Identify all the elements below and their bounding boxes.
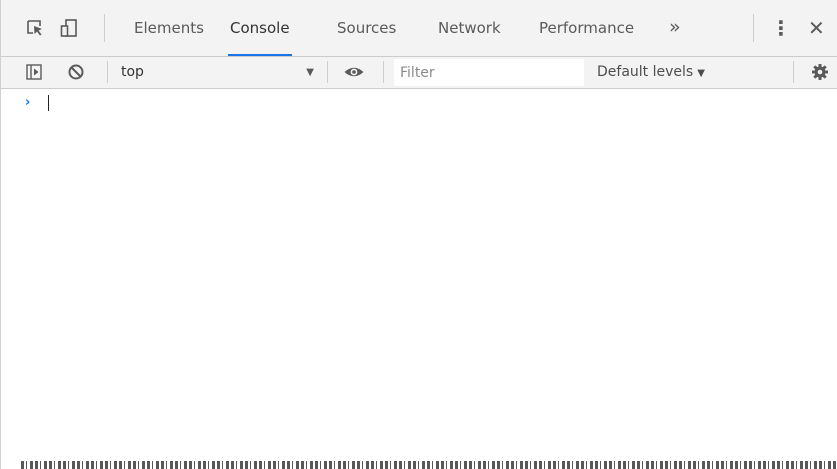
devtools-tabbar: Elements Console Sources Network Perform…	[1, 0, 837, 57]
customize-menu-button[interactable]: ⋮	[771, 0, 791, 56]
log-levels-label: Default levels	[597, 64, 694, 80]
tab-network[interactable]: Network	[438, 0, 501, 56]
close-devtools-button[interactable]: ✕	[808, 0, 825, 56]
log-levels-dropdown[interactable]: Default levels ▼	[597, 57, 705, 88]
tab-elements[interactable]: Elements	[134, 0, 204, 56]
more-tabs-button[interactable]: »	[669, 0, 681, 56]
toolbar-separator	[793, 61, 794, 83]
console-toolbar: top ▼ Default levels▼	[1, 57, 837, 89]
cropped-text-glyphs	[21, 461, 836, 469]
context-selector-label: top	[121, 64, 144, 80]
filter-input[interactable]	[394, 59, 584, 86]
tabbar-separator	[104, 14, 105, 42]
toolbar-separator	[327, 61, 328, 83]
device-toolbar-icon[interactable]	[59, 18, 79, 38]
inspect-element-icon[interactable]	[25, 18, 45, 38]
gear-icon[interactable]	[811, 63, 829, 81]
cropped-text-strip	[1, 459, 837, 469]
chevron-down-icon: ▼	[306, 67, 314, 78]
console-prompt: ›	[25, 95, 31, 110]
toolbar-separator	[383, 61, 384, 83]
tabbar-separator	[753, 14, 754, 42]
toolbar-separator	[107, 61, 108, 83]
chevron-down-icon: ▼	[697, 68, 705, 79]
devtools-window: Elements Console Sources Network Perform…	[0, 0, 837, 469]
text-caret	[48, 95, 49, 111]
context-selector[interactable]: top ▼	[117, 57, 322, 88]
show-sidebar-icon[interactable]	[25, 63, 43, 81]
console-output[interactable]: ›	[1, 89, 837, 459]
live-expression-icon[interactable]	[343, 63, 365, 81]
tab-performance[interactable]: Performance	[539, 0, 634, 56]
clear-console-icon[interactable]	[67, 63, 85, 81]
tab-console[interactable]: Console	[228, 0, 292, 56]
tab-sources[interactable]: Sources	[337, 0, 396, 56]
